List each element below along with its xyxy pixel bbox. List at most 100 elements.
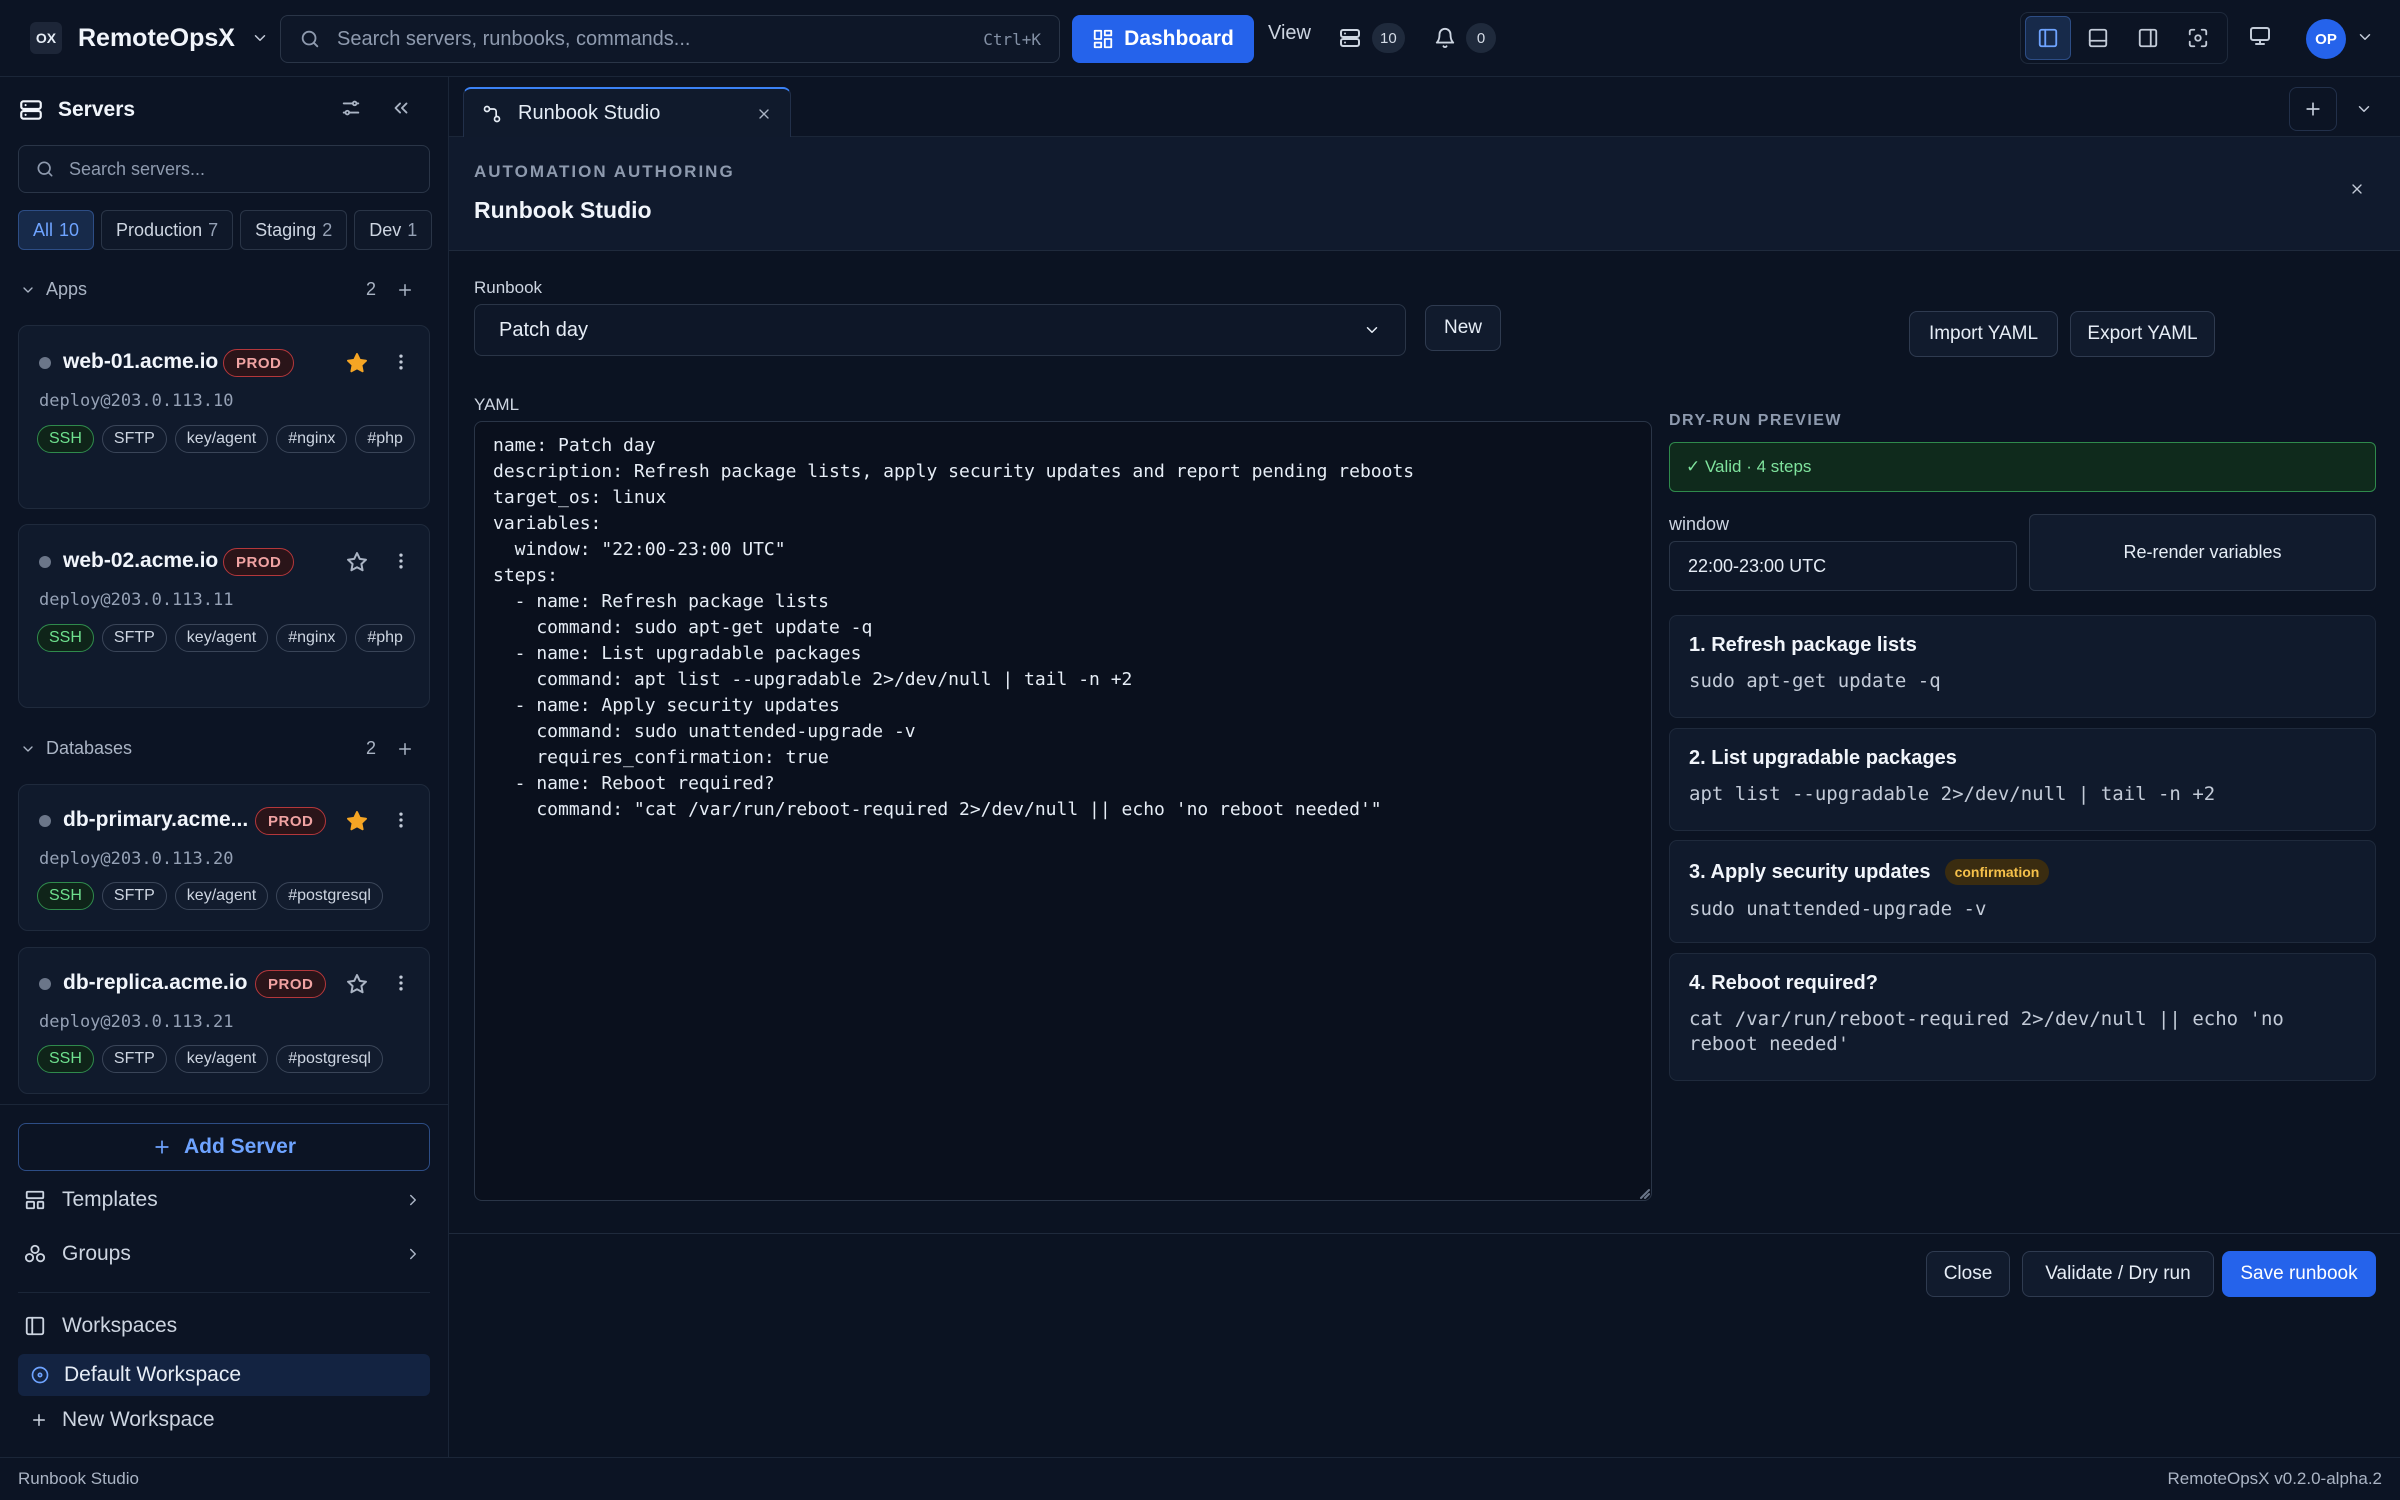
server-search-placeholder: Search servers... bbox=[69, 158, 206, 179]
new-runbook-button[interactable]: New bbox=[1425, 305, 1501, 351]
server-card-db-replica[interactable]: db-replica.acme.io PROD deploy@203.0.113… bbox=[18, 947, 430, 1094]
avatar[interactable]: OP bbox=[2306, 19, 2346, 59]
add-server-button[interactable]: Add Server bbox=[18, 1123, 430, 1171]
divider bbox=[18, 1292, 430, 1293]
more-options-icon[interactable] bbox=[391, 810, 411, 830]
filter-label: All bbox=[33, 219, 54, 240]
group-count: 2 bbox=[366, 738, 377, 758]
validation-status: ✓ Valid · 4 steps bbox=[1669, 442, 2376, 492]
more-options-icon[interactable] bbox=[391, 973, 411, 993]
validate-dry-run-button[interactable]: Validate / Dry run bbox=[2022, 1251, 2214, 1297]
env-badge: PROD bbox=[223, 548, 295, 576]
status-dot bbox=[39, 815, 51, 827]
group-name: Apps bbox=[46, 279, 88, 299]
chevron-right-icon bbox=[404, 1191, 422, 1209]
tag-ssh: SSH bbox=[37, 882, 94, 910]
templates-nav[interactable]: Templates bbox=[24, 1188, 424, 1212]
app-logo-icon: OX bbox=[30, 22, 62, 54]
filter-production[interactable]: Production 7 bbox=[101, 210, 234, 250]
env-badge: PROD bbox=[255, 970, 327, 998]
app-version: RemoteOpsX v0.2.0-alpha.2 bbox=[2167, 1469, 2382, 1488]
chevron-down-icon bbox=[251, 29, 269, 47]
collapse-sidebar-icon[interactable] bbox=[390, 97, 412, 119]
tag-ssh: SSH bbox=[37, 1045, 94, 1073]
notifications-button[interactable]: 0 bbox=[1434, 23, 1496, 53]
import-yaml-button[interactable]: Import YAML bbox=[1909, 311, 2058, 357]
rerender-variables-button[interactable]: Re-render variables bbox=[2029, 514, 2376, 591]
group-header-databases[interactable]: Databases 2 bbox=[20, 738, 420, 759]
star-icon[interactable] bbox=[345, 972, 369, 996]
new-workspace-button[interactable]: New Workspace bbox=[18, 1399, 430, 1441]
chevron-down-icon bbox=[1363, 321, 1381, 339]
chevron-down-icon bbox=[20, 741, 36, 757]
chevron-down-icon[interactable] bbox=[2356, 28, 2374, 46]
tab-runbook-studio[interactable]: Runbook Studio bbox=[463, 87, 791, 138]
templates-icon bbox=[24, 1189, 46, 1211]
groups-nav[interactable]: Groups bbox=[24, 1242, 424, 1266]
variable-window-input[interactable]: 22:00-23:00 UTC bbox=[1669, 541, 2017, 591]
runbook-icon bbox=[482, 104, 502, 124]
groups-label: Groups bbox=[62, 1242, 131, 1265]
server-card-web-02[interactable]: web-02.acme.io PROD deploy@203.0.113.11 … bbox=[18, 524, 430, 708]
server-user: deploy@203.0.113.10 bbox=[39, 391, 234, 411]
bottom-panel-toggle-icon[interactable] bbox=[2075, 16, 2121, 60]
close-icon[interactable] bbox=[2349, 181, 2365, 197]
search-icon bbox=[299, 28, 321, 50]
plus-icon bbox=[30, 1411, 48, 1429]
new-tab-button[interactable] bbox=[2289, 87, 2337, 131]
workspaces-header: Workspaces bbox=[24, 1314, 424, 1338]
workspace-item-default[interactable]: Default Workspace bbox=[18, 1354, 430, 1396]
star-icon[interactable] bbox=[345, 809, 369, 833]
star-icon[interactable] bbox=[345, 351, 369, 375]
filter-settings-icon[interactable] bbox=[340, 97, 362, 119]
left-sidebar-toggle-icon[interactable] bbox=[2025, 16, 2071, 60]
preview-step: 2. List upgradable packages apt list --u… bbox=[1669, 728, 2376, 831]
servers-count-button[interactable]: 10 bbox=[1338, 23, 1405, 53]
server-tags: SSH SFTP key/agent #postgresql bbox=[37, 1045, 417, 1073]
server-card-web-01[interactable]: web-01.acme.io PROD deploy@203.0.113.10 … bbox=[18, 325, 430, 509]
right-sidebar-toggle-icon[interactable] bbox=[2125, 16, 2171, 60]
plus-icon bbox=[152, 1137, 172, 1157]
focus-mode-icon[interactable] bbox=[2175, 16, 2221, 60]
monitor-icon[interactable] bbox=[2248, 24, 2272, 48]
filter-label: Dev bbox=[369, 219, 402, 240]
chevron-down-icon[interactable] bbox=[2355, 100, 2373, 118]
server-count-badge: 10 bbox=[1372, 23, 1405, 53]
tag-auth: key/agent bbox=[174, 1045, 269, 1073]
step-title: 1. Refresh package lists bbox=[1689, 634, 1917, 656]
filter-dev[interactable]: Dev 1 bbox=[354, 210, 433, 250]
close-button[interactable]: Close bbox=[1926, 1251, 2010, 1297]
new-workspace-label: New Workspace bbox=[62, 1408, 215, 1431]
filter-staging[interactable]: Staging 2 bbox=[240, 210, 348, 250]
resize-handle-icon[interactable] bbox=[1638, 1187, 1650, 1199]
status-dot bbox=[39, 357, 51, 369]
view-menu-button[interactable]: View bbox=[1268, 22, 1311, 45]
server-card-db-primary[interactable]: db-primary.acme... PROD deploy@203.0.113… bbox=[18, 784, 430, 931]
server-search-input[interactable]: Search servers... bbox=[18, 145, 430, 193]
save-runbook-button[interactable]: Save runbook bbox=[2222, 1251, 2376, 1297]
dashboard-button[interactable]: Dashboard bbox=[1072, 15, 1254, 63]
group-header-apps[interactable]: Apps 2 bbox=[20, 279, 420, 300]
preview-label: DRY-RUN PREVIEW bbox=[1669, 412, 1843, 429]
status-dot bbox=[39, 556, 51, 568]
more-options-icon[interactable] bbox=[391, 551, 411, 571]
yaml-editor[interactable]: name: Patch day description: Refresh pac… bbox=[474, 421, 1652, 1201]
filter-all[interactable]: All 10 bbox=[18, 210, 95, 250]
tag-ssh: SSH bbox=[37, 624, 94, 652]
filter-label: Staging bbox=[255, 219, 317, 240]
star-icon[interactable] bbox=[345, 550, 369, 574]
add-to-group-icon[interactable] bbox=[396, 281, 414, 299]
add-to-group-icon[interactable] bbox=[396, 740, 414, 758]
tag-sftp: SFTP bbox=[101, 425, 167, 453]
status-bar: Runbook Studio RemoteOpsX v0.2.0-alpha.2 bbox=[0, 1457, 2400, 1500]
divider bbox=[0, 1104, 449, 1105]
app-switcher[interactable]: OX RemoteOpsX bbox=[30, 18, 269, 58]
sidebar-title: Servers bbox=[58, 98, 136, 121]
runbook-select[interactable]: Patch day bbox=[474, 304, 1406, 356]
export-yaml-button[interactable]: Export YAML bbox=[2070, 311, 2215, 357]
server-host: web-01.acme.io bbox=[63, 350, 219, 373]
more-options-icon[interactable] bbox=[391, 352, 411, 372]
close-tab-icon[interactable] bbox=[756, 106, 772, 122]
global-search-input[interactable]: Search servers, runbooks, commands... Ct… bbox=[280, 15, 1060, 63]
status-dot bbox=[39, 978, 51, 990]
